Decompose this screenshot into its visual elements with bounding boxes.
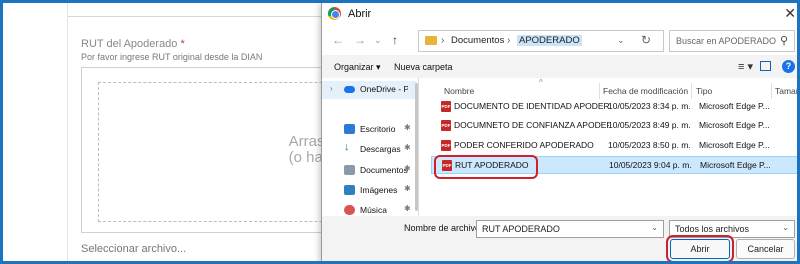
file-row[interactable]: PDF PODER CONFERIDO APODERADO 10/05/2023… — [431, 137, 797, 155]
required-mark: * — [180, 38, 185, 50]
nav-item-descargas[interactable]: ↓ Descargas ✱ — [322, 141, 417, 159]
file-row[interactable]: PDF DOCUMENTO DE IDENTIDAD APODERADO 10/… — [431, 98, 797, 116]
recent-dropdown-icon[interactable]: ⌄ — [374, 35, 382, 46]
filename-label: Nombre de archivo: — [404, 223, 483, 233]
column-divider — [771, 83, 772, 99]
pin-icon: ✱ — [404, 204, 411, 213]
up-arrow-icon[interactable]: ↑ — [392, 33, 398, 47]
file-name: DOCUMENTO DE IDENTIDAD APODERADO — [454, 101, 609, 111]
chrome-logo-icon — [328, 7, 341, 20]
file-date: 10/05/2023 8:34 p. m. — [608, 101, 691, 111]
nav-item-imagenes[interactable]: Imágenes ✱ — [322, 182, 417, 200]
documents-icon — [344, 165, 355, 175]
nav-item-label: Descargas — [360, 144, 401, 154]
breadcrumb-separator-icon: › — [507, 35, 511, 46]
forward-arrow-icon[interactable]: → — [354, 33, 366, 47]
pin-icon: ✱ — [404, 184, 411, 193]
folder-icon — [425, 36, 437, 45]
download-icon: ↓ — [344, 141, 350, 153]
address-row: ← → ⌄ ↑ › Documentos › APODERADO ⌄ ↻ Bus… — [322, 25, 797, 55]
column-divider — [599, 83, 600, 99]
dialog-title: Abrir — [348, 8, 372, 20]
nav-item-label: Música — [360, 205, 387, 215]
organize-button[interactable]: Organizar ▾ — [334, 62, 381, 73]
pin-icon: ✱ — [404, 123, 411, 132]
nav-scrollbar[interactable] — [415, 83, 418, 211]
music-icon — [344, 205, 355, 215]
file-date: 10/05/2023 9:04 p. m. — [609, 160, 692, 170]
navigation-pane: › OneDrive - Perso Escritorio ✱ ↓ Descar… — [322, 78, 419, 216]
file-type: Microsoft Edge P... — [699, 140, 770, 150]
nav-item-documentos[interactable]: Documentos ✱ — [322, 162, 417, 180]
view-options-icon[interactable]: ≡ ▾ — [738, 60, 753, 73]
select-file-link[interactable]: Seleccionar archivo... — [81, 243, 186, 255]
back-arrow-icon[interactable]: ← — [332, 33, 344, 47]
file-date: 10/05/2023 8:50 p. m. — [608, 140, 691, 150]
file-date: 10/05/2023 8:49 p. m. — [608, 120, 691, 130]
refresh-icon[interactable]: ↻ — [641, 33, 651, 47]
dialog-titlebar: Abrir ✕ — [322, 3, 797, 25]
chevron-right-icon[interactable]: › — [330, 84, 333, 93]
nav-item-label: Escritorio — [360, 124, 396, 134]
search-placeholder: Buscar en APODERADO — [676, 36, 777, 46]
file-type-value: Todos los archivos — [675, 224, 750, 234]
breadcrumb-apoderado[interactable]: APODERADO — [517, 35, 582, 46]
column-header-size[interactable]: Tamaño — [775, 86, 797, 96]
dialog-toolbar: Organizar ▾ Nueva carpeta ≡ ▾ ? — [322, 56, 797, 78]
filename-input[interactable]: RUT APODERADO ⌄ — [476, 220, 664, 238]
nav-item-label: Imágenes — [360, 185, 398, 195]
screenshot-frame: RUT del Apoderado * Por favor ingrese RU… — [0, 0, 800, 264]
pdf-file-icon: PDF — [441, 120, 451, 131]
pdf-file-icon: PDF — [441, 101, 451, 112]
pin-icon: ✱ — [404, 143, 411, 152]
nav-item-escritorio[interactable]: Escritorio ✱ — [322, 121, 417, 139]
desktop-icon — [344, 124, 355, 134]
file-type: Microsoft Edge P... — [699, 101, 770, 111]
form-left-border — [67, 3, 68, 261]
file-list: ^ Nombre Fecha de modificación Tipo Tama… — [419, 78, 797, 216]
preview-pane-icon[interactable] — [760, 61, 771, 71]
file-name: PODER CONFERIDO APODERADO — [454, 140, 594, 150]
red-highlight-outline — [434, 155, 538, 179]
close-icon[interactable]: ✕ — [784, 5, 796, 22]
cloud-icon — [344, 86, 355, 93]
column-header-name[interactable]: Nombre — [444, 86, 474, 96]
red-highlight-outline — [666, 235, 734, 261]
search-icon: ⚲ — [779, 35, 788, 47]
new-folder-button[interactable]: Nueva carpeta — [394, 62, 453, 72]
nav-item-label: OneDrive - Perso — [360, 84, 408, 94]
rut-field-label-text: RUT del Apoderado — [81, 38, 178, 50]
filename-value: RUT APODERADO — [482, 224, 560, 234]
sort-up-icon: ^ — [539, 78, 543, 87]
address-bar[interactable]: › Documentos › APODERADO ⌄ ↻ — [418, 30, 664, 52]
breadcrumb-separator-icon: › — [441, 35, 445, 46]
file-name: DOCUMNETO DE CONFIANZA APODERA... — [454, 120, 609, 130]
help-icon[interactable]: ? — [782, 60, 795, 73]
nav-item-label: Documentos — [360, 165, 408, 175]
column-header-date[interactable]: Fecha de modificación — [603, 86, 688, 96]
file-row[interactable]: PDF DOCUMNETO DE CONFIANZA APODERA... 10… — [431, 117, 797, 135]
pin-icon: ✱ — [404, 164, 411, 173]
column-divider — [691, 83, 692, 99]
chevron-down-icon[interactable]: ⌄ — [651, 223, 658, 232]
rut-field-help: Por favor ingrese RUT original desde la … — [81, 52, 263, 62]
pdf-file-icon: PDF — [441, 140, 451, 151]
search-input[interactable]: Buscar en APODERADO ⚲ — [669, 30, 795, 52]
chevron-down-icon[interactable]: ⌄ — [617, 35, 625, 46]
open-file-dialog: Abrir ✕ ← → ⌄ ↑ › Documentos › APODERADO… — [321, 3, 797, 261]
pictures-icon — [344, 185, 355, 195]
dialog-footer: Nombre de archivo: RUT APODERADO ⌄ Todos… — [322, 216, 797, 261]
file-type: Microsoft Edge P... — [699, 120, 770, 130]
chevron-down-icon: ⌄ — [782, 223, 789, 232]
file-type: Microsoft Edge P... — [700, 160, 771, 170]
cancel-button[interactable]: Cancelar — [736, 239, 795, 259]
nav-item-onedrive[interactable]: › OneDrive - Perso — [322, 81, 417, 99]
column-header-type[interactable]: Tipo — [696, 86, 712, 96]
breadcrumb-documentos[interactable]: Documentos — [451, 35, 504, 46]
rut-field-label: RUT del Apoderado * — [81, 38, 185, 50]
